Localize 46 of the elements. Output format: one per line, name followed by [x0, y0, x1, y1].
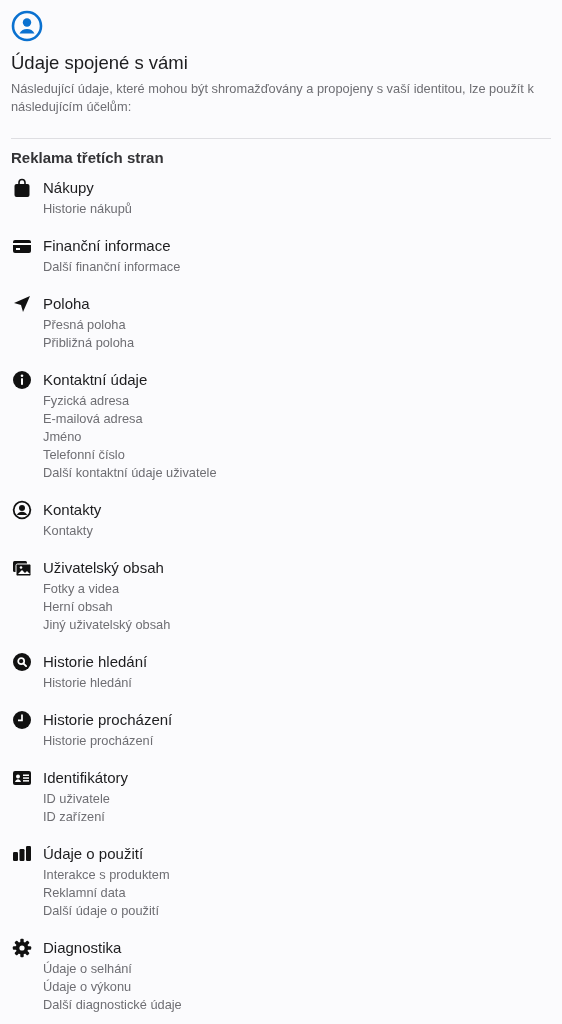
section-title: Údaje spojené s vámi	[11, 52, 189, 74]
bar-chart-icon	[11, 844, 32, 864]
data-type: Přibližná poloha	[43, 334, 135, 352]
data-type: Jiný uživatelský obsah	[43, 616, 171, 634]
data-type: Fyzická adresa	[43, 392, 131, 410]
data-type: Přesná poloha	[43, 316, 127, 334]
data-type: Údaje o výkonu	[43, 978, 133, 996]
data-type: Údaje o selhání	[43, 960, 133, 978]
category-title: Kontaktní údaje	[43, 370, 149, 390]
data-type: Herní obsah	[43, 598, 114, 616]
category-title: Diagnostika	[43, 938, 123, 958]
category-title: Historie hledání	[43, 652, 148, 672]
data-type: Reklamní data	[43, 884, 127, 902]
category-title: Údaje o použití	[43, 844, 145, 864]
data-type: ID zařízení	[43, 808, 106, 826]
category-title: Nákupy	[43, 178, 95, 198]
info-icon	[11, 370, 32, 390]
data-type: ID uživatele	[43, 790, 111, 808]
person-circle-icon	[11, 10, 43, 42]
data-type: Další diagnostické údaje	[43, 996, 182, 1014]
data-type: Jméno	[43, 428, 83, 446]
data-type: Další údaje o použití	[43, 902, 160, 920]
data-type: Fotky a videa	[43, 580, 121, 598]
data-type: Interakce s produktem	[43, 866, 170, 884]
category-title: Finanční informace	[43, 236, 172, 256]
person-circle-icon	[11, 500, 32, 520]
data-type: Historie nákupů	[43, 200, 132, 218]
category-title: Kontakty	[43, 500, 102, 520]
data-type: Historie hledání	[43, 674, 133, 692]
data-type: Kontakty	[43, 522, 94, 540]
id-card-icon	[11, 768, 32, 788]
data-type: Další kontaktní údaje uživatele	[43, 464, 217, 482]
data-type: Historie procházení	[43, 732, 155, 750]
category-title: Historie procházení	[43, 710, 173, 730]
data-type: Další finanční informace	[43, 258, 181, 276]
description: Následující údaje, které mohou být shromažďovány a propojeny s vaší identitou, lze použít k následujícím účelům:	[11, 80, 535, 116]
photos-icon	[11, 558, 32, 578]
gear-icon	[11, 938, 32, 958]
category-heading: Reklama třetích stran	[11, 149, 165, 166]
category-title: Poloha	[43, 294, 91, 314]
category-title: Identifikátory	[43, 768, 129, 788]
category-title: Uživatelský obsah	[43, 558, 165, 578]
data-type: E-mailová adresa	[43, 410, 144, 428]
data-type: Telefonní číslo	[43, 446, 126, 464]
search-icon	[11, 652, 32, 672]
clock-icon	[11, 710, 32, 730]
